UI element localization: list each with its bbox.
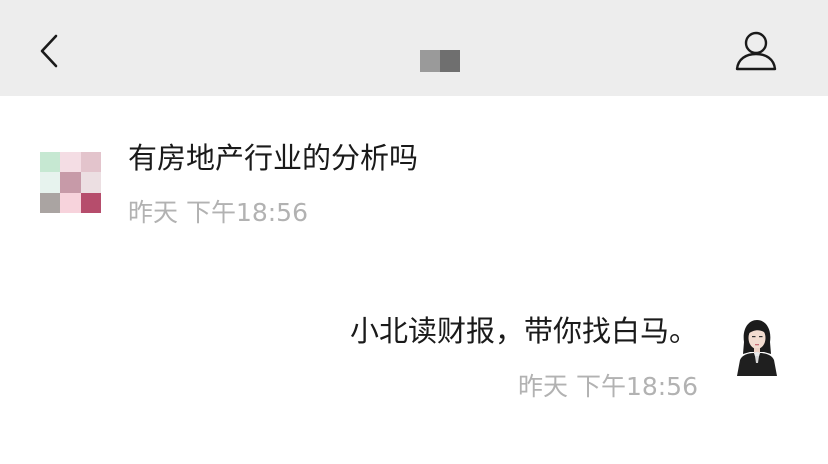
incoming-message-text[interactable]: 有房地产行业的分析吗 xyxy=(128,140,418,176)
outgoing-message-text[interactable]: 小北读财报，带你找白马。 xyxy=(350,313,698,349)
chat-title-redacted xyxy=(420,50,460,72)
incoming-message-time: 昨天 下午18:56 xyxy=(128,198,308,227)
sender-avatar[interactable] xyxy=(40,152,101,213)
avatar-mosaic-block xyxy=(60,152,81,173)
avatar-mosaic-block xyxy=(60,172,81,193)
avatar-mosaic-block xyxy=(40,192,61,213)
chevron-left-icon xyxy=(40,34,58,68)
avatar-mosaic-block xyxy=(60,192,81,213)
avatar-mosaic-block xyxy=(40,152,61,173)
chat-header xyxy=(0,0,828,96)
chat-screen: 有房地产行业的分析吗 昨天 下午18:56 小北读财报，带你找白马。 昨天 下午… xyxy=(0,0,828,464)
businesswoman-avatar-icon xyxy=(737,320,777,376)
avatar-mosaic-block xyxy=(80,152,101,173)
title-mosaic-block xyxy=(440,50,460,72)
outgoing-message-time: 昨天 下午18:56 xyxy=(518,372,698,401)
my-avatar[interactable] xyxy=(734,316,780,376)
avatar-mosaic-block xyxy=(80,192,101,213)
person-icon xyxy=(735,31,777,71)
avatar-mosaic-block xyxy=(80,172,101,193)
avatar-mosaic-block xyxy=(40,172,61,193)
title-mosaic-block xyxy=(420,50,440,72)
chat-profile-button[interactable] xyxy=(730,26,782,76)
back-button[interactable] xyxy=(30,26,70,76)
